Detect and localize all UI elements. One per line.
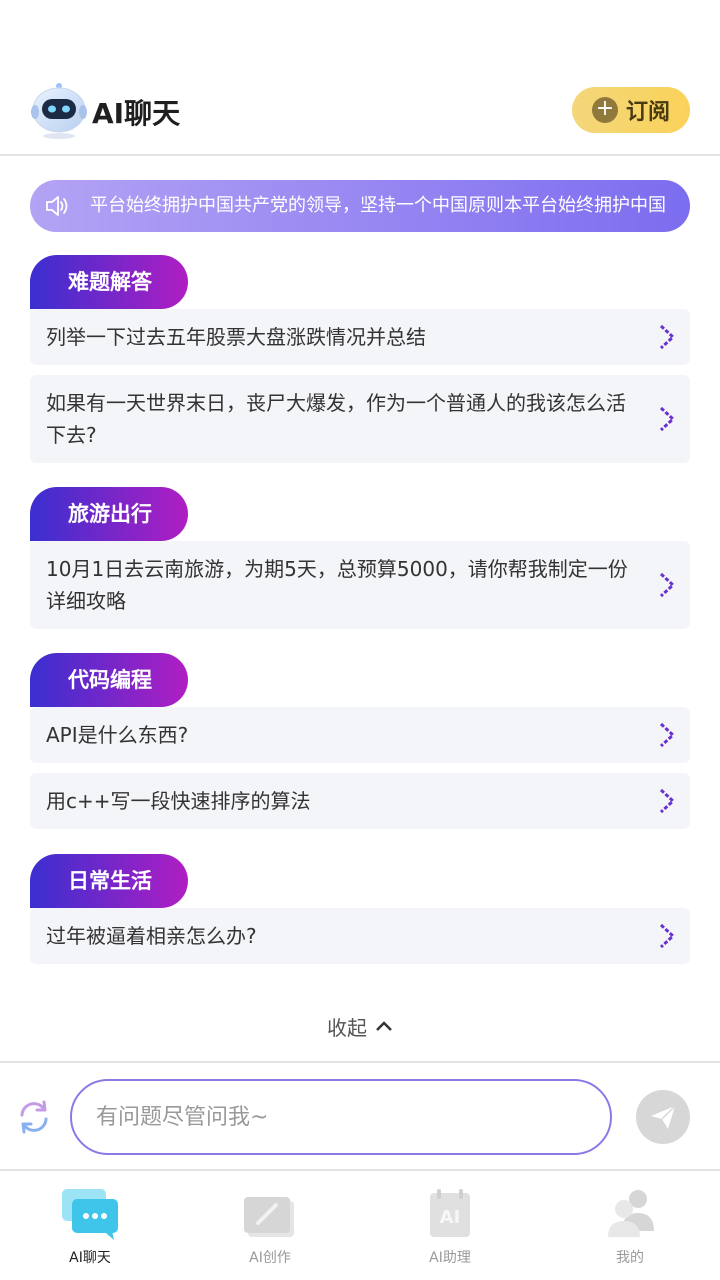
collapse-label: 收起 xyxy=(327,1015,367,1040)
question-item[interactable]: 过年被逼着相亲怎么办? xyxy=(30,908,690,964)
question-text: 用c++写一段快速排序的算法 xyxy=(46,789,311,813)
chevron-right-icon xyxy=(659,324,676,350)
tab-ai-create[interactable]: AI创作 xyxy=(180,1173,360,1280)
app-title: AI聊天 xyxy=(92,97,181,130)
category-tag: 日常生活 xyxy=(30,854,188,908)
chevron-right-icon xyxy=(659,722,676,748)
header: AI聊天 + 订阅 xyxy=(0,72,720,156)
category-tag: 难题解答 xyxy=(30,255,188,309)
question-text: API是什么东西? xyxy=(46,723,189,747)
question-text: 如果有一天世界末日，丧尸大爆发，作为一个普通人的我该怎么活下去? xyxy=(46,391,626,447)
chevron-right-icon xyxy=(659,572,676,598)
status-bar xyxy=(0,0,720,72)
tab-label: AI聊天 xyxy=(69,1250,111,1266)
question-item[interactable]: 如果有一天世界末日，丧尸大爆发，作为一个普通人的我该怎么活下去? xyxy=(30,375,690,463)
tab-ai-chat[interactable]: AI聊天 xyxy=(0,1173,180,1280)
svg-text:AI: AI xyxy=(440,1207,461,1228)
user-icon xyxy=(608,1190,654,1237)
tab-label: 我的 xyxy=(616,1250,644,1266)
chevron-up-icon xyxy=(376,1021,392,1031)
collapse-toggle[interactable]: 收起 xyxy=(0,1006,720,1046)
chat-bubble-icon xyxy=(62,1189,118,1240)
question-text: 列举一下过去五年股票大盘涨跌情况并总结 xyxy=(46,325,426,349)
subscribe-button[interactable]: + 订阅 xyxy=(572,87,690,133)
category-section: 代码编程 API是什么东西? 用c++写一段快速排序的算法 xyxy=(30,653,690,839)
question-item[interactable]: 10月1日去云南旅游，为期5天，总预算5000，请你帮我制定一份详细攻略 xyxy=(30,541,690,629)
chat-input[interactable] xyxy=(70,1079,612,1155)
question-text: 过年被逼着相亲怎么办? xyxy=(46,924,257,948)
tab-mine[interactable]: 我的 xyxy=(540,1173,720,1280)
category-section: 旅游出行 10月1日去云南旅游，为期5天，总预算5000，请你帮我制定一份详细攻… xyxy=(30,487,690,639)
question-text: 10月1日去云南旅游，为期5天，总预算5000，请你帮我制定一份详细攻略 xyxy=(46,557,628,613)
chevron-right-icon xyxy=(659,923,676,949)
tab-label: AI创作 xyxy=(249,1250,291,1266)
bottom-tab-bar: AI聊天 AI创作 AI AI助理 我的 xyxy=(0,1173,720,1280)
speaker-icon xyxy=(46,196,68,216)
ai-calendar-icon: AI xyxy=(430,1189,470,1237)
send-button[interactable] xyxy=(636,1090,690,1144)
category-section: 日常生活 过年被逼着相亲怎么办? xyxy=(30,854,690,974)
input-bar xyxy=(0,1061,720,1171)
question-item[interactable]: API是什么东西? xyxy=(30,707,690,763)
robot-logo-icon xyxy=(31,83,87,139)
subscribe-label: 订阅 xyxy=(625,100,670,125)
chevron-right-icon xyxy=(659,406,676,432)
question-item[interactable]: 用c++写一段快速排序的算法 xyxy=(30,773,690,829)
question-item[interactable]: 列举一下过去五年股票大盘涨跌情况并总结 xyxy=(30,309,690,365)
tab-label: AI助理 xyxy=(429,1250,471,1266)
notice-banner[interactable]: 平台始终拥护中国共产党的领导，坚持一个中国原则本平台始终拥护中国共 xyxy=(30,180,690,232)
category-tag: 旅游出行 xyxy=(30,487,188,541)
category-section: 难题解答 列举一下过去五年股票大盘涨跌情况并总结 如果有一天世界末日，丧尸大爆发… xyxy=(30,255,690,473)
send-icon xyxy=(651,1105,676,1129)
chevron-right-icon xyxy=(659,788,676,814)
notice-text: 平台始终拥护中国共产党的领导，坚持一个中国原则本平台始终拥护中国共 xyxy=(90,195,666,216)
book-pen-icon xyxy=(244,1197,294,1237)
tab-ai-assistant[interactable]: AI AI助理 xyxy=(360,1173,540,1280)
refresh-icon[interactable] xyxy=(14,1097,54,1137)
category-tag: 代码编程 xyxy=(30,653,188,707)
plus-icon: + xyxy=(591,97,618,123)
